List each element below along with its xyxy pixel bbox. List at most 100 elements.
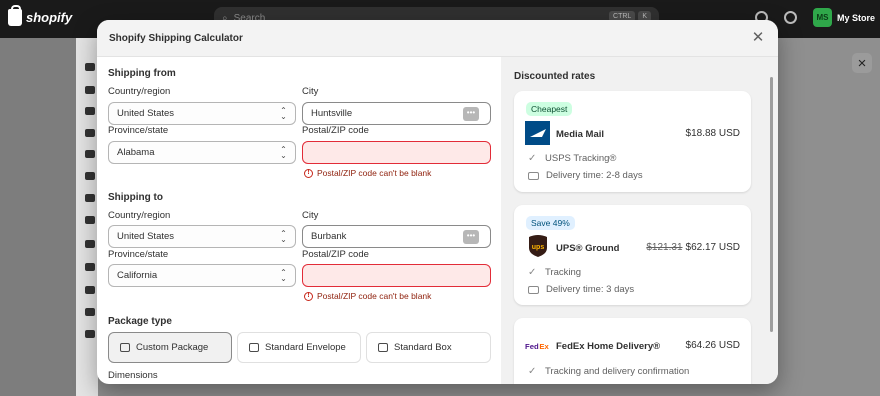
check-icon: ✓ xyxy=(528,267,537,278)
rate-price: $18.88 USD xyxy=(685,128,740,139)
save-badge: Save 49% xyxy=(526,216,575,230)
from-postal-input[interactable] xyxy=(302,141,491,164)
modal-header: Shopify Shipping Calculator xyxy=(97,20,778,57)
to-province-select[interactable]: California ⌃ ⌄ xyxy=(108,264,296,287)
usps-logo xyxy=(525,121,550,145)
to-postal-error: ! Postal/ZIP code can't be blank xyxy=(304,291,431,301)
autofill-dots-icon[interactable]: ••• xyxy=(463,230,479,244)
rate-card-ups[interactable]: Save 49% ups UPS® Ground $121.31 $62.17 U… xyxy=(514,205,751,305)
from-country-value: United States xyxy=(117,108,175,119)
from-province-label: Province/state xyxy=(108,125,169,136)
close-icon[interactable]: ✕ xyxy=(750,30,766,46)
feature-text: USPS Tracking® xyxy=(545,153,617,164)
to-postal-input[interactable] xyxy=(302,264,491,287)
rate-feature: ✓ Tracking xyxy=(528,267,581,278)
ups-shield-icon: ups xyxy=(528,235,547,257)
discount-icon[interactable] xyxy=(85,263,95,271)
feature-text: Delivery time: 3 days xyxy=(546,284,635,295)
rate-old-price: $121.31 xyxy=(646,242,683,253)
notification-icon[interactable] xyxy=(85,240,95,248)
check-icon: ✓ xyxy=(528,366,537,377)
marketing-icon[interactable] xyxy=(85,216,95,224)
from-postal-label: Postal/ZIP code xyxy=(302,125,369,136)
calculator-form: Shipping from Country/region United Stat… xyxy=(97,57,501,384)
rates-heading: Discounted rates xyxy=(514,71,596,82)
from-country-select[interactable]: United States ⌃ ⌄ xyxy=(108,102,296,125)
rates-scrollbar[interactable] xyxy=(770,77,773,332)
content-icon[interactable] xyxy=(85,286,95,294)
store-icon[interactable] xyxy=(85,194,95,202)
settings-icon[interactable] xyxy=(85,107,95,115)
modal-title: Shopify Shipping Calculator xyxy=(109,32,243,44)
svg-text:Fed: Fed xyxy=(525,342,539,351)
lock-icon[interactable] xyxy=(85,308,95,316)
cheapest-badge: Cheapest xyxy=(526,102,573,116)
store-avatar: MS xyxy=(813,8,832,27)
usps-eagle-icon xyxy=(529,129,546,137)
bell-icon[interactable] xyxy=(784,11,797,24)
rate-service: FedEx Home Delivery® xyxy=(556,341,661,352)
to-postal-error-text: Postal/ZIP code can't be blank xyxy=(317,291,432,301)
standard-envelope-label: Standard Envelope xyxy=(265,342,346,353)
from-city-label: City xyxy=(302,86,319,97)
brand-name: shopify xyxy=(26,10,73,25)
from-province-select[interactable]: Alabama ⌃ ⌄ xyxy=(108,141,296,164)
analytics-icon[interactable] xyxy=(85,172,95,180)
to-country-label: Country/region xyxy=(108,210,171,221)
rate-feature: ✓ Tracking and delivery confirmation xyxy=(528,366,689,377)
standard-envelope-option[interactable]: Standard Envelope xyxy=(237,332,361,363)
rate-price: $121.31 $62.17 USD xyxy=(646,242,740,253)
shipping-from-heading: Shipping from xyxy=(108,68,176,79)
alert-icon: ! xyxy=(304,291,313,301)
feature-text: Tracking and delivery confirmation xyxy=(545,366,690,377)
to-country-value: United States xyxy=(117,231,175,242)
background-close-button[interactable]: × xyxy=(852,53,872,73)
rate-card-fedex[interactable]: Fed Ex FedEx Home Delivery® $64.26 USD ✓… xyxy=(514,318,751,384)
person-icon[interactable] xyxy=(85,63,95,71)
standard-box-label: Standard Box xyxy=(394,342,452,353)
from-country-label: Country/region xyxy=(108,86,171,97)
online-store-icon[interactable] xyxy=(85,330,95,338)
rate-service: Media Mail xyxy=(556,129,605,140)
location-icon[interactable] xyxy=(85,129,95,137)
autofill-dots-icon[interactable]: ••• xyxy=(463,107,479,121)
alert-icon: ! xyxy=(304,168,313,178)
custom-package-option[interactable]: Custom Package xyxy=(108,332,232,363)
envelope-icon xyxy=(249,343,259,352)
truck-icon xyxy=(528,285,539,294)
to-province-value: California xyxy=(117,270,158,281)
package-icon xyxy=(120,343,130,352)
rate-price: $64.26 USD xyxy=(685,340,740,351)
truck-icon[interactable] xyxy=(85,86,95,94)
box-icon xyxy=(378,343,388,352)
rate-new-price: $62.17 USD xyxy=(685,242,740,253)
to-city-label: City xyxy=(302,210,319,221)
custom-package-label: Custom Package xyxy=(136,342,209,353)
select-chevron-icon: ⌃ ⌄ xyxy=(280,106,287,121)
from-city-value: Huntsville xyxy=(311,108,353,119)
rate-service: UPS® Ground xyxy=(556,243,620,254)
from-postal-error: ! Postal/ZIP code can't be blank xyxy=(304,168,431,178)
rate-card-usps[interactable]: Cheapest Media Mail $18.88 USD ✓ USPS Tr… xyxy=(514,91,751,192)
fedex-logo: Fed Ex xyxy=(525,334,550,358)
truck-icon xyxy=(528,171,539,180)
svg-text:ups: ups xyxy=(531,244,544,251)
to-city-value: Burbank xyxy=(311,231,347,242)
store-name: My Store xyxy=(837,12,876,23)
from-province-value: Alabama xyxy=(117,147,155,158)
standard-box-option[interactable]: Standard Box xyxy=(366,332,491,363)
app-icon[interactable] xyxy=(85,150,95,158)
rate-feature: Delivery time: 3 days xyxy=(528,284,634,295)
select-chevron-icon: ⌃ ⌄ xyxy=(280,268,287,283)
check-icon: ✓ xyxy=(528,153,537,164)
rates-panel: Discounted rates Cheapest Media Mail $18… xyxy=(501,57,778,384)
fedex-wordmark-icon: Fed Ex xyxy=(525,342,550,351)
svg-text:Ex: Ex xyxy=(539,342,549,351)
store-menu[interactable]: MS My Store xyxy=(813,8,875,27)
shopify-logo[interactable]: shopify xyxy=(8,5,73,26)
package-type-heading: Package type xyxy=(108,316,172,327)
select-chevron-icon: ⌃ ⌄ xyxy=(280,145,287,160)
from-city-input[interactable]: Huntsville ••• xyxy=(302,102,491,125)
to-country-select[interactable]: United States ⌃ ⌄ xyxy=(108,225,296,248)
to-city-input[interactable]: Burbank ••• xyxy=(302,225,491,248)
